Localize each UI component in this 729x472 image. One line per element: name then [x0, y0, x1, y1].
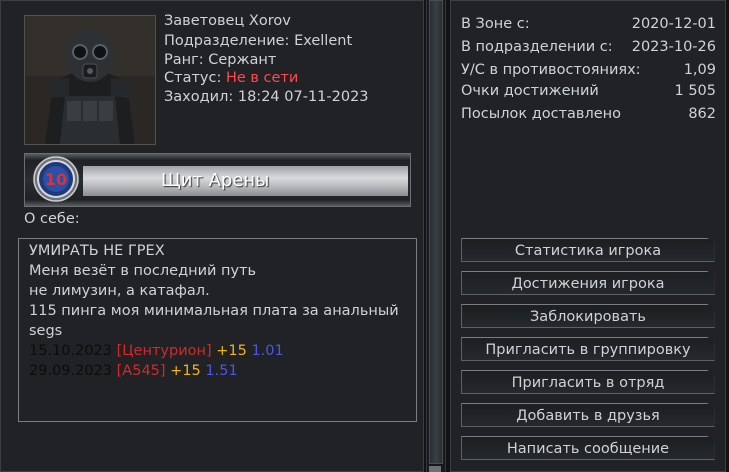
rank-strip: Щит Арены: [83, 166, 408, 196]
stat-label: В подразделении с:: [461, 39, 613, 55]
rank-value: Сержант: [208, 52, 277, 68]
entry-plus: +15: [216, 343, 247, 359]
about-line: УМИРАТЬ НЕ ГРЕХ: [29, 243, 165, 259]
panel-scrollbar[interactable]: [426, 0, 446, 472]
last-seen-value: 18:24 07-11-2023: [237, 89, 369, 105]
rank-label: Ранг:: [164, 52, 204, 68]
stat-value: 2020-12-01: [631, 16, 716, 32]
entry-date: 15.10.2023: [29, 343, 113, 359]
status-row: Статус: Не в сети: [164, 70, 298, 86]
last-seen-row: Заходил: 18:24 07-11-2023: [164, 89, 369, 105]
rank-badge-number: 10: [45, 170, 67, 189]
stat-label: Очки достижений: [461, 83, 599, 99]
about-entry: 15.10.2023 [Центурион] +15 1.01: [29, 343, 284, 359]
last-seen-label: Заходил:: [164, 89, 234, 105]
stat-label: В Зоне с:: [461, 16, 530, 32]
player-stats-panel: В Зоне с: 2020-12-01 В подразделении с: …: [450, 0, 726, 472]
about-label: О себе:: [24, 211, 80, 227]
rank-banner: Щит Арены 10: [24, 153, 411, 207]
stat-value: 2023-10-26: [631, 39, 716, 55]
rank-row: Ранг: Сержант: [164, 52, 276, 68]
stat-value: 862: [688, 106, 716, 122]
entry-ratio: 1.01: [251, 343, 284, 359]
unit-row: Подразделение: Exellent: [164, 33, 352, 49]
block-player-button[interactable]: Заблокировать: [461, 304, 715, 328]
unit-value: Exellent: [294, 33, 353, 49]
invite-to-squad-button[interactable]: Пригласить в отряд: [461, 370, 715, 394]
scrollbar-thumb[interactable]: [429, 0, 443, 464]
unit-label: Подразделение:: [164, 33, 290, 49]
rank-badge-icon: 10: [33, 156, 79, 202]
player-achievements-button[interactable]: Достижения игрока: [461, 271, 715, 295]
about-line: не лимузин, а катафал.: [29, 283, 210, 299]
rank-title: Щит Арены: [161, 170, 270, 191]
about-line: Меня везёт в последний путь: [29, 263, 257, 279]
armored-soldier-icon: [25, 16, 155, 144]
stat-label: Посылок доставлено: [461, 106, 621, 122]
player-stats-button[interactable]: Статистика игрока: [461, 238, 715, 262]
scrollbar-end-cap: [429, 466, 441, 472]
add-friend-button[interactable]: Добавить в друзья: [461, 403, 715, 427]
player-avatar: [24, 15, 156, 145]
status-value: Не в сети: [225, 70, 299, 86]
status-label: Статус:: [164, 70, 222, 86]
about-entry: 29.09.2023 [A545] +15 1.51: [29, 363, 238, 379]
entry-tag: [A545]: [116, 363, 166, 379]
stat-value: 1,09: [683, 62, 716, 78]
entry-ratio: 1.51: [205, 363, 238, 379]
about-text-box: УМИРАТЬ НЕ ГРЕХ Меня везёт в последний п…: [18, 238, 417, 422]
stat-value: 1 505: [674, 83, 716, 99]
entry-date: 29.09.2023: [29, 363, 113, 379]
entry-tag: [Центурион]: [116, 343, 212, 359]
player-profile-panel: Заветовец Xorov Подразделение: Exellent …: [0, 0, 424, 472]
send-message-button[interactable]: Написать сообщение: [461, 436, 715, 460]
player-name: Заветовец Xorov: [164, 13, 291, 29]
about-line: segs: [29, 323, 63, 339]
invite-to-group-button[interactable]: Пригласить в группировку: [461, 337, 715, 361]
rank-badge: 10: [33, 156, 79, 202]
about-line: 115 пинга моя минимальная плата за аналь…: [29, 303, 399, 319]
stat-label: У/С в противостояниях:: [461, 62, 641, 78]
entry-plus: +15: [170, 363, 201, 379]
